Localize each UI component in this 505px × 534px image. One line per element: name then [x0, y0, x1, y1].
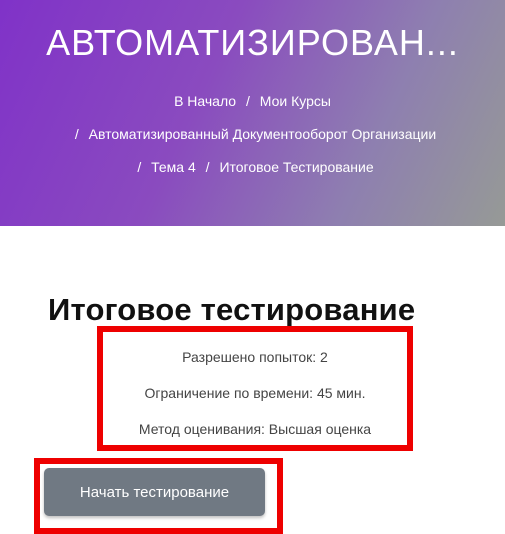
breadcrumb-separator: /: [137, 159, 142, 175]
grading-method-text: Метод оценивания: Высшая оценка: [138, 421, 372, 437]
breadcrumb-separator: /: [205, 159, 210, 175]
time-limit-text: Ограничение по времени: 45 мин.: [144, 385, 366, 401]
attempts-allowed-text: Разрешено попыток: 2: [182, 349, 328, 365]
breadcrumb-separator: /: [245, 93, 250, 109]
breadcrumb-my-courses-link[interactable]: Мои Курсы: [260, 93, 331, 109]
breadcrumb-current-link[interactable]: Итоговое Тестирование: [219, 159, 373, 175]
breadcrumb-line-2: / Автоматизированный Документооборот Орг…: [0, 123, 505, 145]
breadcrumb-separator: /: [74, 126, 79, 142]
breadcrumb-line-3: / Тема 4 / Итоговое Тестирование: [0, 156, 505, 178]
breadcrumb-home-link[interactable]: В Начало: [174, 93, 236, 109]
page-header-banner: АВТОМАТИЗИРОВАН... В Начало / Мои Курсы …: [0, 0, 505, 226]
breadcrumb-topic-link[interactable]: Тема 4: [151, 159, 196, 175]
start-quiz-button[interactable]: Начать тестирование: [44, 468, 265, 516]
quiz-title: Итоговое тестирование: [48, 292, 416, 327]
page-title: АВТОМАТИЗИРОВАН...: [46, 22, 459, 63]
start-button-highlight: Начать тестирование: [34, 458, 283, 534]
breadcrumb-line-1: В Начало / Мои Курсы: [0, 90, 505, 112]
quiz-info-highlight: Разрешено попыток: 2 Ограничение по врем…: [97, 326, 413, 451]
breadcrumb: В Начало / Мои Курсы / Автоматизированны…: [0, 90, 505, 189]
breadcrumb-course-link[interactable]: Автоматизированный Документооборот Орган…: [89, 126, 437, 142]
